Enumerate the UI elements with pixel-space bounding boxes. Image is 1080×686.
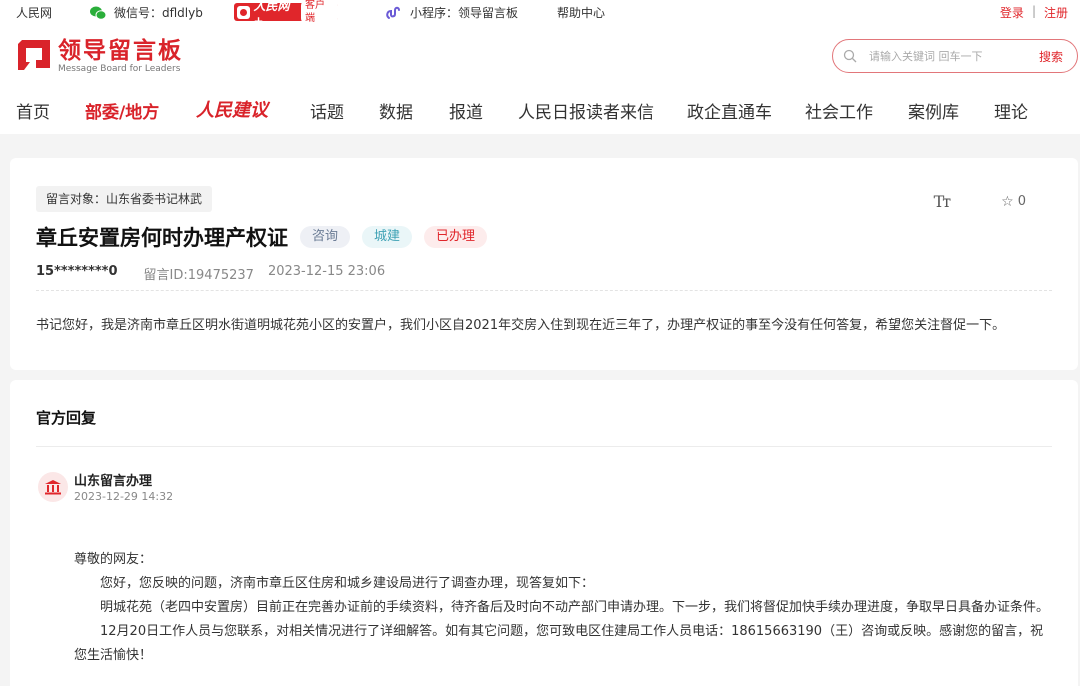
message-meta: 15********0 留言ID:19475237 2023-12-15 23:… bbox=[36, 264, 385, 283]
site-header: 领导留言板 Message Board for Leaders 搜索 首页 部委… bbox=[0, 24, 1080, 134]
reply-time: 2023-12-29 14:32 bbox=[74, 490, 174, 503]
nav-business-direct[interactable]: 政企直通车 bbox=[687, 98, 772, 123]
tag-consult: 咨询 bbox=[300, 226, 351, 248]
nav-readers-letters[interactable]: 人民日报读者来信 bbox=[518, 98, 654, 123]
reply-paragraph-2: 明城花苑（老四中安置房）目前正在完善办证前的手续资料，待齐备后及时向不动产部门申… bbox=[100, 600, 1050, 615]
logo-text: 领导留言板 Message Board for Leaders bbox=[58, 38, 183, 74]
nav-data[interactable]: 数据 bbox=[379, 98, 413, 123]
message-card: 留言对象：山东省委书记林武 Tт ☆ 0 章丘安置房何时办理产权证 咨询 城建 … bbox=[10, 158, 1078, 370]
login-link[interactable]: 登录 bbox=[1000, 4, 1024, 21]
register-link[interactable]: 注册 bbox=[1044, 4, 1068, 21]
search-button[interactable]: 搜索 bbox=[1039, 48, 1063, 65]
people-net-link[interactable]: 人民网 bbox=[16, 4, 52, 21]
reply-salutation: 尊敬的网友： bbox=[74, 552, 153, 567]
message-title: 章丘安置房何时办理产权证 bbox=[36, 226, 288, 250]
star-count: 0 bbox=[1017, 194, 1026, 209]
mini-program-icon bbox=[386, 6, 400, 19]
reply-divider bbox=[36, 446, 1052, 447]
search-box: 搜索 bbox=[832, 39, 1078, 73]
reply-heading: 官方回复 bbox=[36, 409, 97, 427]
wechat-text: 微信号：dfldlyb bbox=[114, 6, 203, 20]
auth-separator: | bbox=[1031, 4, 1036, 18]
logo-subtitle: Message Board for Leaders bbox=[58, 64, 181, 74]
star-icon[interactable]: ☆ bbox=[1001, 194, 1014, 210]
site-logo[interactable]: 领导留言板 Message Board for Leaders bbox=[16, 38, 183, 74]
tag-status-handled: 已办理 bbox=[424, 226, 488, 248]
message-tools: Tт ☆ 0 bbox=[934, 192, 1026, 211]
message-target: 留言对象：山东省委书记林武 bbox=[36, 186, 213, 212]
auth-links: 登录 | 注册 bbox=[1000, 4, 1068, 21]
reply-paragraph-3: 12月20日工作人员与您联系，对相关情况进行了详细解答。如有其它问题，您可致电区… bbox=[74, 624, 1044, 663]
nav-social-work[interactable]: 社会工作 bbox=[805, 98, 873, 123]
official-reply-card: 官方回复 山东留言办理 2023-12-29 14:32 尊敬的网友： 您好，您… bbox=[10, 380, 1078, 686]
government-building-icon bbox=[38, 472, 68, 502]
title-row: 章丘安置房何时办理产权证 咨询 城建 已办理 bbox=[36, 222, 488, 252]
nav-topics[interactable]: 话题 bbox=[310, 98, 344, 123]
nav-theory[interactable]: 理论 bbox=[994, 98, 1028, 123]
logo-title: 领导留言板 bbox=[58, 38, 183, 64]
reply-body: 尊敬的网友： 您好，您反映的问题，济南市章丘区住房和城乡建设局进行了调查办理，现… bbox=[74, 548, 1054, 668]
reply-paragraph-1: 您好，您反映的问题，济南市章丘区住房和城乡建设局进行了调查办理，现答复如下： bbox=[100, 576, 595, 591]
nav-reports[interactable]: 报道 bbox=[449, 98, 483, 123]
message-id: 留言ID:19475237 bbox=[143, 268, 254, 283]
wechat-account: 微信号：dfldlyb bbox=[90, 4, 203, 21]
app-tag: 客户端 bbox=[301, 0, 338, 25]
app-download-badge[interactable]: 人民网+ 客户端 bbox=[234, 0, 338, 28]
people-app-icon bbox=[237, 5, 250, 19]
nav-ministries-local[interactable]: 部委/地方 bbox=[85, 98, 159, 123]
search-input[interactable] bbox=[869, 49, 1019, 63]
font-size-icon[interactable]: Tт bbox=[934, 192, 951, 211]
logo-mark-icon bbox=[18, 40, 50, 70]
tag-urban-construction: 城建 bbox=[362, 226, 413, 248]
message-user: 15********0 bbox=[36, 264, 118, 279]
nav-people-suggestions[interactable]: 人民建议 bbox=[196, 96, 268, 122]
search-icon bbox=[843, 49, 857, 63]
message-time: 2023-12-15 23:06 bbox=[267, 264, 386, 279]
reply-org: 山东留言办理 bbox=[74, 474, 153, 489]
nav-case-library[interactable]: 案例库 bbox=[908, 98, 959, 123]
wechat-icon bbox=[90, 6, 106, 20]
help-center-link[interactable]: 帮助中心 bbox=[557, 4, 605, 21]
nav-home[interactable]: 首页 bbox=[16, 98, 50, 123]
mini-program-text: 小程序：领导留言板 bbox=[410, 6, 519, 20]
message-content: 书记您好，我是济南市章丘区明水街道明城花苑小区的安置户，我们小区自2021年交房… bbox=[36, 318, 1006, 333]
main-nav: 首页 部委/地方 人民建议 话题 数据 报道 人民日报读者来信 政企直通车 社会… bbox=[0, 96, 1080, 126]
mini-program[interactable]: 小程序：领导留言板 bbox=[386, 4, 518, 21]
top-bar: 人民网 微信号：dfldlyb 人民网+ 客户端 小程序：领导留言板 帮助中心 … bbox=[0, 0, 1080, 28]
message-divider bbox=[36, 290, 1052, 291]
